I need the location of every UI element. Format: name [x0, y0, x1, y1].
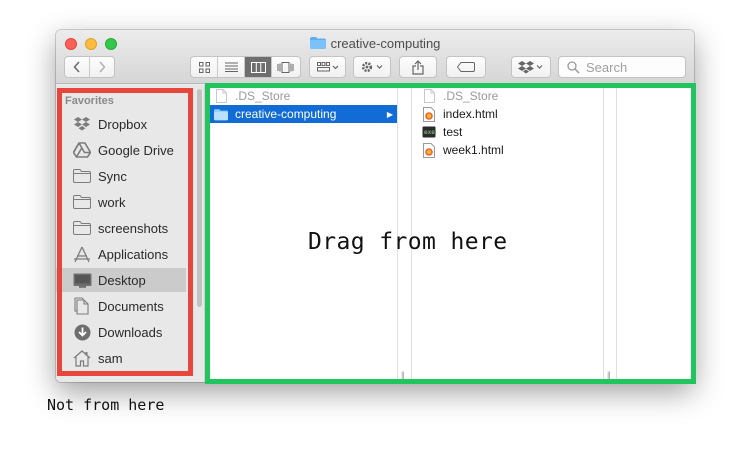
column-view-button[interactable] — [245, 57, 272, 77]
arrange-icon — [316, 62, 338, 72]
search-icon — [567, 60, 580, 74]
tag-icon — [457, 62, 475, 72]
dropbox-toolbar-button[interactable] — [511, 56, 551, 78]
forward-button[interactable] — [90, 57, 114, 77]
nav-buttons — [64, 56, 115, 78]
drag-from-here-label: Drag from here — [308, 229, 508, 255]
chevron-left-icon — [73, 61, 80, 73]
back-button[interactable] — [65, 57, 90, 77]
list-icon — [224, 62, 238, 72]
list-view-button[interactable] — [218, 57, 245, 77]
share-button[interactable] — [399, 56, 437, 78]
title-bar[interactable]: creative-computing Search — [56, 30, 694, 84]
share-icon — [412, 59, 424, 75]
tags-button[interactable] — [446, 56, 486, 78]
gear-icon — [361, 61, 383, 73]
not-from-here-label: Not from here — [47, 396, 165, 414]
action-button[interactable] — [353, 56, 391, 78]
icon-view-button[interactable] — [191, 57, 218, 77]
sidebar-scrollbar[interactable] — [197, 89, 202, 307]
grid-icon — [198, 61, 210, 73]
search-field[interactable]: Search — [558, 56, 686, 78]
columns-icon — [250, 61, 266, 73]
chevron-right-icon — [99, 61, 106, 73]
search-placeholder: Search — [586, 59, 628, 75]
dropbox-icon — [518, 61, 543, 74]
not-drag-zone-outline — [57, 88, 193, 376]
cover-flow-icon — [277, 61, 294, 73]
arrange-button[interactable] — [309, 56, 346, 78]
folder-icon — [309, 37, 326, 49]
view-mode-control — [190, 56, 301, 78]
cover-flow-button[interactable] — [272, 57, 299, 77]
window-title-text: creative-computing — [330, 35, 441, 51]
window-title: creative-computing — [56, 35, 694, 51]
